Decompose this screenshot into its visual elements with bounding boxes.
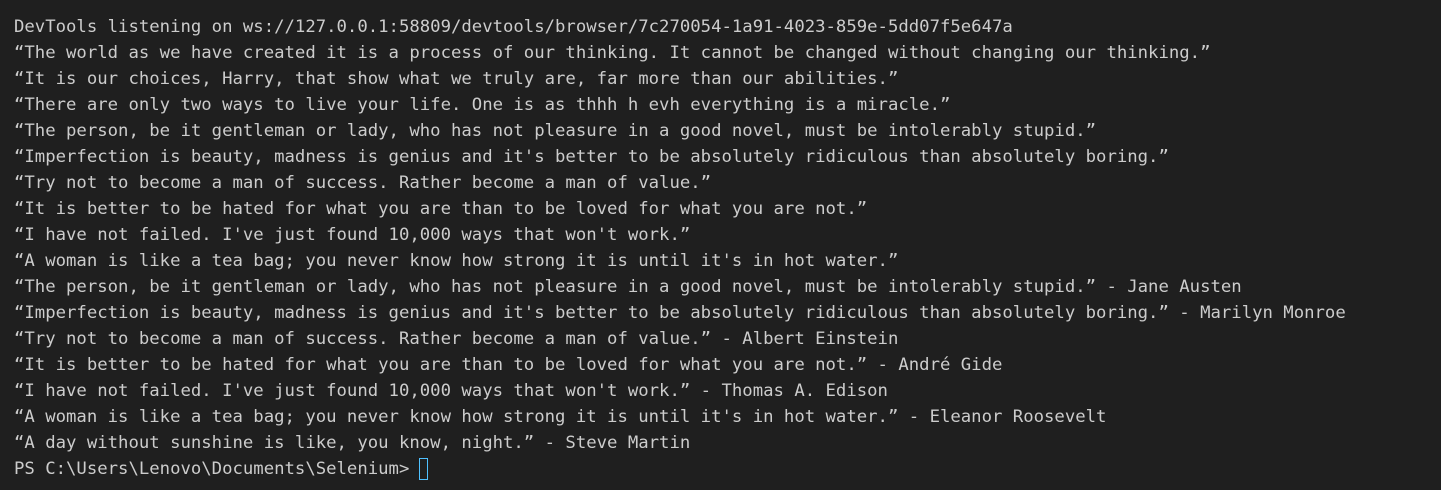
terminal-line: “Try not to become a man of success. Rat…: [14, 173, 712, 193]
terminal-line: “The person, be it gentleman or lady, wh…: [14, 121, 1097, 141]
terminal-line: “Try not to become a man of success. Rat…: [14, 329, 899, 349]
terminal-line-devtools: DevTools listening on ws://127.0.0.1:588…: [14, 17, 1013, 37]
terminal-line: “It is better to be hated for what you a…: [14, 199, 868, 219]
terminal-prompt-line[interactable]: PS C:\Users\Lenovo\Documents\Selenium>: [14, 456, 1441, 482]
terminal-line: “A woman is like a tea bag; you never kn…: [14, 407, 1107, 427]
terminal-line: “A woman is like a tea bag; you never kn…: [14, 251, 899, 271]
terminal-line: “Imperfection is beauty, madness is geni…: [14, 303, 1346, 323]
terminal-line: “It is better to be hated for what you a…: [14, 355, 1003, 375]
terminal-line: “The person, be it gentleman or lady, wh…: [14, 277, 1242, 297]
terminal-line: “I have not failed. I've just found 10,0…: [14, 381, 888, 401]
terminal-line: “A day without sunshine is like, you kno…: [14, 433, 691, 453]
terminal-line: “There are only two ways to live your li…: [14, 95, 951, 115]
terminal-output[interactable]: DevTools listening on ws://127.0.0.1:588…: [0, 0, 1441, 490]
terminal-line: “I have not failed. I've just found 10,0…: [14, 225, 691, 245]
terminal-line: “Imperfection is beauty, madness is geni…: [14, 147, 1169, 167]
terminal-line: “The world as we have created it is a pr…: [14, 43, 1211, 63]
terminal-cursor[interactable]: [419, 458, 429, 480]
terminal-line: “It is our choices, Harry, that show wha…: [14, 69, 899, 89]
terminal-prompt: PS C:\Users\Lenovo\Documents\Selenium>: [14, 459, 410, 479]
